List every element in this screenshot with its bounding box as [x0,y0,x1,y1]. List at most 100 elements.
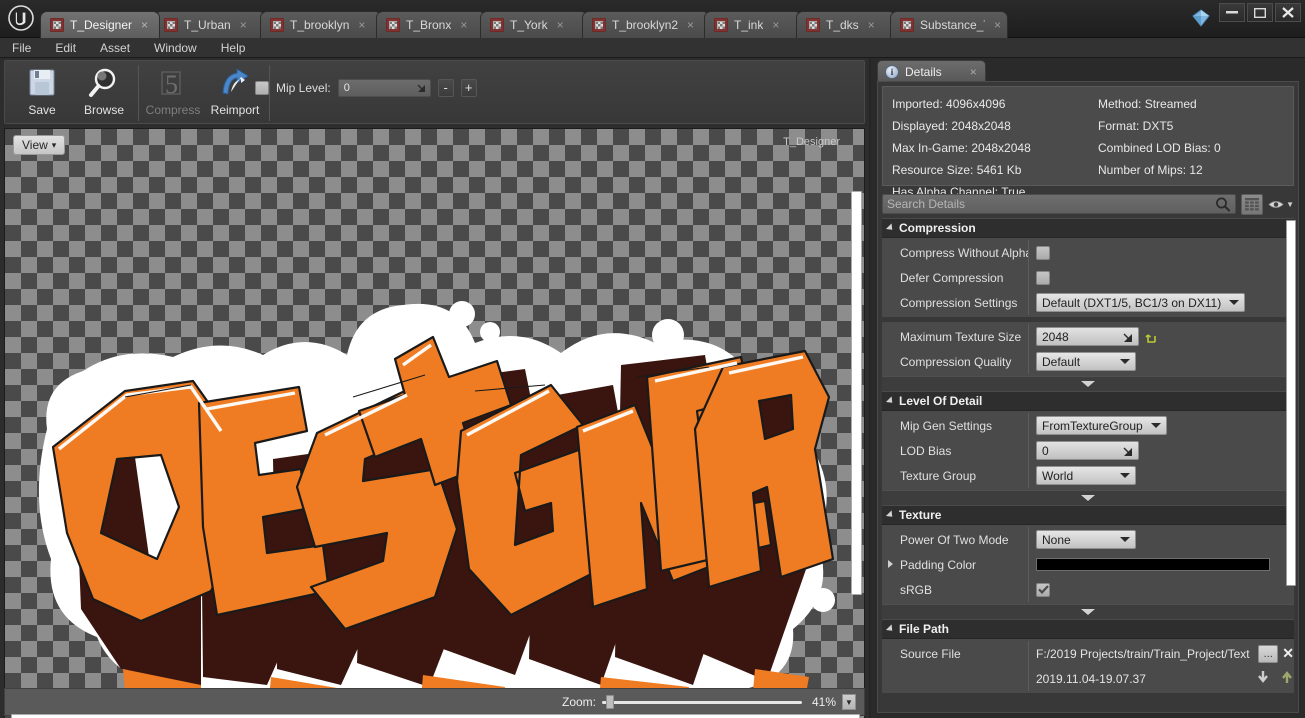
number-input-maximum-texture-size[interactable]: 2048 [1036,327,1139,346]
close-button[interactable] [1275,3,1301,22]
menu-item-file[interactable]: File [0,38,43,58]
unreal-texture-editor-window: T_Designer×T_Urban×T_brooklyn×T_Bronx×T_… [0,0,1305,718]
texture-info-line: Displayed: 2048x2048 [892,115,1031,137]
tab-details[interactable]: i Details × [877,60,986,82]
display-options-button[interactable] [1241,194,1263,215]
import-down-icon[interactable] [1256,670,1270,687]
drag-handle-icon[interactable] [417,84,426,93]
mip-level-decrement-button[interactable]: - [438,79,454,97]
checkbox-compress-without-alpha[interactable] [1036,246,1050,260]
search-details-input[interactable]: Search Details [882,194,1236,214]
property-list[interactable]: CompressionCompress Without AlphaDefer C… [882,218,1294,710]
dropdown-texture-group[interactable]: World [1036,466,1136,485]
close-icon[interactable]: × [240,19,247,31]
viewport-horizontal-scrollbar[interactable] [11,714,860,718]
dropdown-compression-quality[interactable]: Default [1036,352,1136,371]
property-value: F:/2019 Projects/train/Train_Project/Tex… [1028,641,1294,666]
compress-button[interactable]: 5 Compress [142,63,204,121]
details-scrollbar[interactable] [1286,220,1296,586]
texture-info-right-column: Method: StreamedFormat: DXT5Combined LOD… [1098,93,1221,181]
title-bar: T_Designer×T_Urban×T_brooklyn×T_Bronx×T_… [0,0,1305,38]
source-file-field[interactable]: F:/2019 Projects/train/Train_Project/Tex… [1036,645,1294,663]
toolbar-separator [138,65,139,121]
expand-triangle-icon[interactable] [888,560,893,568]
editor-tab-substance_ta[interactable]: Substance_Ta × [890,11,1008,38]
drag-handle-icon[interactable] [1123,446,1133,460]
editor-tab-t_urban[interactable]: T_Urban× [154,11,266,38]
number-input-lod-bias[interactable]: 0 [1036,441,1139,460]
details-tab-row[interactable]: i Details × [877,58,986,82]
dropdown-mip-gen-settings[interactable]: FromTextureGroup [1036,416,1167,435]
close-icon[interactable]: × [141,19,148,31]
view-menu-label: View [22,138,48,152]
visibility-options-button[interactable]: ▼ [1268,194,1294,214]
drag-handle-icon[interactable] [1123,332,1133,346]
mip-level-control[interactable]: Mip Level: 0 - + [255,79,477,97]
maximize-button[interactable] [1247,3,1273,22]
search-placeholder: Search Details [887,197,965,211]
save-button[interactable]: Save [11,63,73,121]
category-header-level-of-detail[interactable]: Level Of Detail [882,391,1294,411]
editor-tab-t_dks[interactable]: T_dks× [796,11,896,38]
mip-level-input[interactable]: 0 [338,79,431,97]
section-collapse-handle[interactable] [882,376,1294,391]
live-coding-gem-icon[interactable] [1190,7,1212,29]
close-icon[interactable]: × [557,19,564,31]
close-icon[interactable]: × [868,19,875,31]
minimize-button[interactable] [1219,3,1245,22]
category-title: Compression [899,221,976,235]
details-search-row[interactable]: Search Details [882,192,1294,216]
close-icon[interactable]: × [358,19,365,31]
view-menu-button[interactable]: View ▾ [13,135,65,155]
menu-item-window[interactable]: Window [142,38,209,58]
property-value: 2019.11.04-19.07.37 [1028,666,1294,691]
editor-tab-t_bronx[interactable]: T_Bronx× [376,11,486,38]
floppy-disk-icon [24,67,60,101]
browse-button[interactable]: Browse [73,63,135,121]
checkbox-defer-compression[interactable] [1036,271,1050,285]
search-icon[interactable] [1215,197,1230,215]
editor-tab-t_brooklyn[interactable]: T_brooklyn× [260,11,382,38]
close-icon[interactable]: × [460,19,467,31]
editor-tab-strip[interactable]: T_Designer×T_Urban×T_brooklyn×T_Bronx×T_… [40,6,1002,38]
viewport-vertical-scrollbar[interactable] [851,191,862,595]
section-collapse-handle[interactable] [882,490,1294,505]
editor-tab-t_ink[interactable]: T_ink× [704,11,802,38]
reset-to-default-icon[interactable] [1145,331,1157,343]
section-collapse-handle[interactable] [882,604,1294,619]
menu-item-help[interactable]: Help [209,38,258,58]
window-controls[interactable] [1219,3,1301,22]
texture-asset-icon [164,18,178,32]
menu-bar[interactable]: FileEditAssetWindowHelp [0,38,1305,58]
close-icon[interactable]: × [687,19,694,31]
editor-tab-t_brooklyn2[interactable]: T_brooklyn2× [582,11,710,38]
zoom-slider[interactable] [602,695,802,709]
close-icon[interactable]: × [772,19,779,31]
color-swatch-padding-color[interactable] [1036,558,1270,571]
zoom-slider-thumb[interactable] [606,695,614,709]
mip-level-increment-button[interactable]: + [461,79,477,97]
tab-label: Substance_Ta [920,18,985,32]
menu-item-asset[interactable]: Asset [88,38,142,58]
menu-item-edit[interactable]: Edit [43,38,88,58]
close-icon[interactable]: × [970,65,977,79]
category-header-texture[interactable]: Texture [882,505,1294,525]
property-row-compression-settings: Compression SettingsDefault (DXT1/5, BC1… [882,290,1294,315]
category-header-compression[interactable]: Compression [882,218,1294,238]
close-icon[interactable]: × [994,19,1001,31]
editor-tab-t_york[interactable]: T_York× [480,11,588,38]
editor-tab-t_designer[interactable]: T_Designer× [40,11,160,38]
info-icon: i [885,65,899,79]
browse-file-button[interactable]: ... [1258,645,1278,663]
mip-level-checkbox[interactable] [255,81,269,95]
category-header-file-path[interactable]: File Path [882,619,1294,639]
dropdown-power-of-two-mode[interactable]: None [1036,530,1136,549]
texture-info-line: Imported: 4096x4096 [892,93,1031,115]
export-up-icon[interactable] [1280,670,1294,687]
texture-viewport[interactable]: View ▾ T_Designer [4,128,865,718]
dropdown-compression-settings[interactable]: Default (DXT1/5, BC1/3 on DX11) [1036,293,1245,312]
checkbox-srgb[interactable] [1036,583,1050,597]
clear-path-button[interactable]: ✕ [1282,645,1294,662]
category-body: Mip Gen SettingsFromTextureGroupLOD Bias… [882,411,1294,490]
zoom-dropdown-button[interactable]: ▼ [842,694,856,710]
